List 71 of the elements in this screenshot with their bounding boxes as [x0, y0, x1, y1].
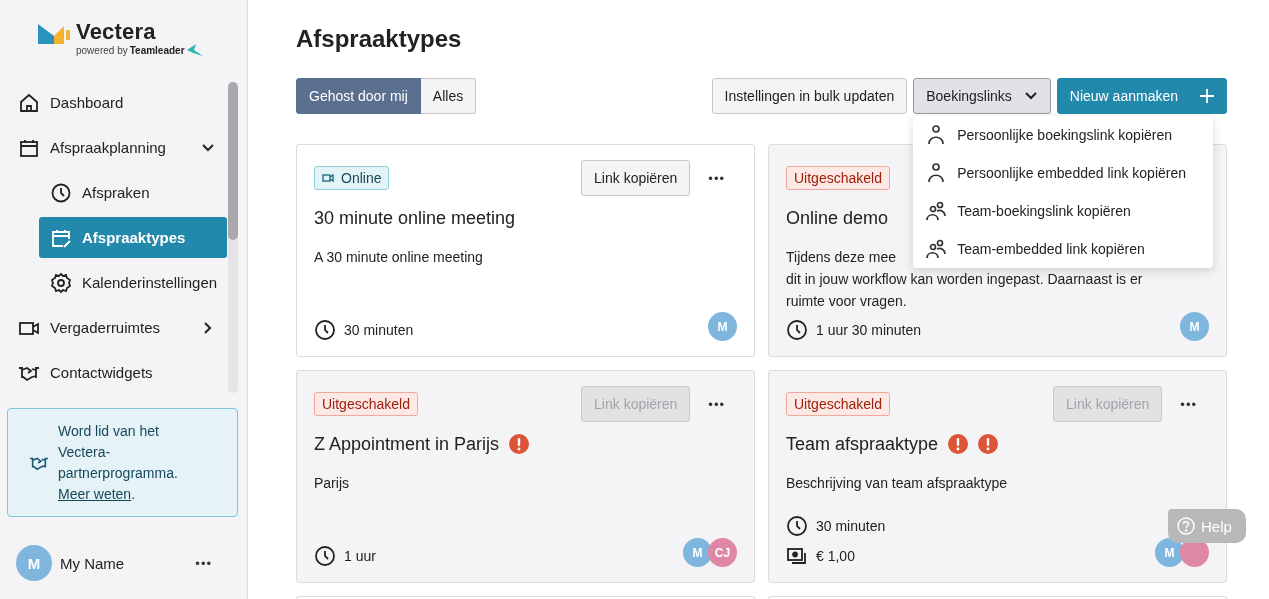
alert-icon	[509, 434, 530, 454]
partner-name: Teamleader	[129, 44, 185, 56]
menu-item[interactable]: Team-embedded link kopiëren	[913, 230, 1214, 268]
clock-icon	[786, 515, 808, 537]
page-title: Afspraaktypes	[296, 24, 463, 54]
clock-icon	[786, 319, 808, 341]
menu-item[interactable]: Persoonlijke embedded link kopiëren	[913, 154, 1214, 192]
promo-text: Word lid van het Vectera-partnerprogramma. Meer weten.	[58, 421, 179, 504]
appointment-card[interactable]: Online Link kopiëren ••• 30 minute online meeting A 30 minute online meeting 30 minuten M	[296, 144, 755, 357]
duration-text: 1 uur 30 minuten	[816, 322, 922, 338]
card-description: ruimte voor vragen.	[786, 292, 907, 311]
scrollbar[interactable]	[228, 82, 238, 393]
duration-text: 30 minuten	[344, 322, 414, 338]
powered-by-text: powered by	[76, 44, 128, 56]
duration-text: 1 uur	[344, 548, 376, 564]
avatar: M	[708, 312, 737, 341]
money-icon	[786, 545, 808, 567]
nav-item[interactable]: Contactwidgets	[7, 352, 227, 393]
copy-link-button[interactable]: Link kopiëren	[581, 160, 691, 196]
card-description: Tijdens deze mee	[786, 248, 896, 267]
logo-icon	[38, 24, 70, 44]
alert-icon	[948, 434, 969, 454]
partner-logo-icon	[186, 44, 203, 56]
nav-item[interactable]: Kalenderinstellingen	[39, 262, 227, 303]
filter-tab[interactable]: Alles	[420, 78, 477, 114]
avatar: M	[683, 538, 712, 567]
more-button[interactable]: •••	[1180, 396, 1197, 412]
status-badge: Online	[314, 166, 390, 190]
more-button[interactable]: •••	[708, 170, 725, 186]
status-badge: Uitgeschakeld	[786, 166, 890, 190]
more-button[interactable]: •••	[708, 396, 725, 412]
more-button[interactable]: •••	[195, 555, 212, 571]
more-link[interactable]: Meer weten	[58, 485, 132, 502]
plus-icon	[1200, 89, 1214, 103]
nav-item[interactable]: Vergaderruimtes	[7, 307, 227, 348]
dropdown-button[interactable]: Boekingslinks	[913, 78, 1051, 114]
filter-tab[interactable]: Gehost door mij	[296, 78, 421, 114]
price-text: € 1,00	[816, 548, 855, 564]
create-button[interactable]: Nieuw aanmaken	[1056, 78, 1227, 114]
help-icon	[1177, 517, 1195, 535]
card-title: Z Appointment in Parijs	[314, 433, 500, 455]
nav-item[interactable]: Afspraakplanning	[7, 127, 227, 168]
duration-text: 30 minuten	[816, 518, 886, 534]
card-title: 30 minute online meeting	[314, 207, 516, 229]
video-icon	[322, 173, 334, 183]
people-icon	[925, 238, 948, 260]
status-badge: Uitgeschakeld	[314, 392, 418, 416]
card-description: A 30 minute online meeting	[314, 248, 483, 267]
alert-icon	[978, 434, 999, 454]
bulk-update-button[interactable]: Instellingen in bulk updaten	[711, 78, 908, 114]
card-description: Parijs	[314, 474, 349, 493]
menu-item[interactable]: Team-boekingslink kopiëren	[913, 192, 1214, 230]
clock-icon	[50, 181, 72, 204]
card-description: dit in jouw workflow kan worden ingepast. Daarnaast is er	[786, 270, 1143, 289]
appointment-card[interactable]: Uitgeschakeld Link kopiëren ••• Z Appointment in Parijs Parijs 1 uur M CJ	[296, 370, 755, 583]
user-name: My Name	[60, 554, 126, 572]
avatar: CJ	[708, 538, 737, 567]
status-badge: Uitgeschakeld	[786, 392, 890, 416]
avatar: M	[1180, 312, 1209, 341]
card-title: Online demo	[786, 207, 889, 229]
clock-icon	[314, 319, 336, 341]
home-icon	[18, 91, 40, 114]
people-icon	[925, 200, 948, 222]
clock-icon	[314, 545, 336, 567]
card-title: Team afspraaktype	[786, 433, 939, 455]
card-description: Beschrijving van team afspraaktype	[786, 474, 1007, 493]
nav-item[interactable]: Afspraken	[39, 172, 227, 213]
gear-icon	[50, 271, 72, 294]
brand-name: Vectera	[76, 22, 157, 42]
nav-item[interactable]: Dashboard	[7, 82, 227, 123]
nav-item[interactable]: Afspraaktypes	[39, 217, 227, 258]
